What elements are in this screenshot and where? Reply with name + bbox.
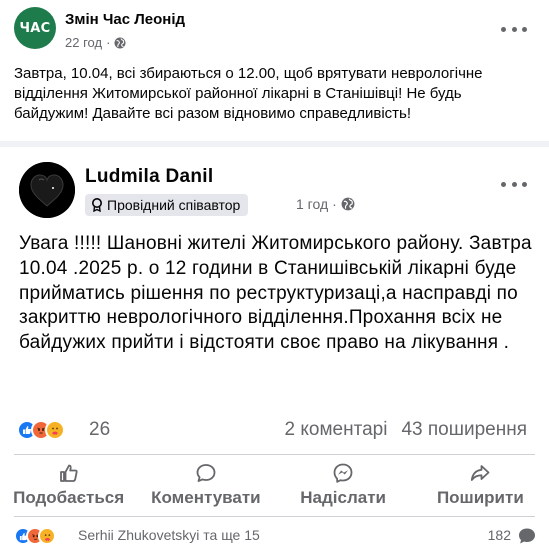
contributor-badge: Провідний співавтор — [85, 194, 249, 216]
action-bar: Подобається Коментувати Надіслати Пошири… — [0, 455, 549, 515]
more-options-icon[interactable] — [501, 177, 527, 191]
like-label: Подобається — [13, 488, 125, 507]
send-button[interactable]: Надіслати — [275, 455, 412, 515]
thumbs-up-icon — [59, 464, 78, 482]
messenger-icon — [333, 463, 353, 483]
post-meta: 22 год · — [65, 35, 126, 50]
comment-button[interactable]: Коментувати — [137, 455, 274, 515]
comment-label: Коментувати — [151, 488, 261, 507]
globe-icon — [114, 37, 126, 48]
reaction-icons[interactable] — [14, 527, 56, 545]
post-card-1: ЧАС Змін Час Леонід 22 год · Завтра, 10.… — [0, 0, 549, 141]
heart-avatar-image — [19, 162, 75, 218]
reactors-summary[interactable]: Serhii Zhukovetskyi та ще 15 — [78, 527, 260, 543]
post-meta: 1 год · — [296, 196, 355, 212]
comments-count[interactable]: 2 коментарі — [285, 419, 388, 440]
meta-separator: · — [106, 35, 111, 50]
author-name[interactable]: Ludmila Danil — [85, 166, 213, 188]
share-arrow-icon — [471, 465, 490, 481]
author-avatar[interactable]: ЧАС — [14, 7, 56, 49]
more-options-icon[interactable] — [501, 22, 527, 36]
comment-bubble-icon[interactable] — [517, 527, 537, 545]
share-button[interactable]: Поширити — [412, 455, 549, 515]
share-label: Поширити — [436, 488, 524, 507]
footer-count[interactable]: 182 — [488, 527, 511, 543]
meta-separator: · — [332, 196, 337, 212]
shares-count[interactable]: 43 поширення — [401, 419, 527, 440]
reaction-count[interactable]: 26 — [89, 419, 110, 441]
author-name[interactable]: Змін Час Леонід — [65, 11, 185, 28]
post-text: Завтра, 10.04, всі збираються о 12.00, щ… — [14, 65, 483, 122]
contributor-badge-icon — [92, 198, 102, 212]
post-text: Увага !!!!! Шановні жителі Житомирського… — [19, 233, 532, 354]
badge-label: Провідний співавтор — [107, 197, 241, 213]
care-icon — [45, 420, 65, 440]
care-icon — [38, 527, 56, 545]
like-button[interactable]: Подобається — [0, 455, 137, 515]
divider — [14, 516, 535, 517]
post-time[interactable]: 22 год — [65, 35, 102, 50]
post-time[interactable]: 1 год — [296, 196, 328, 212]
send-label: Надіслати — [300, 488, 386, 507]
globe-icon — [341, 197, 355, 211]
reaction-icons[interactable] — [17, 420, 65, 440]
avatar-text: ЧАС — [19, 20, 51, 36]
author-avatar[interactable] — [19, 162, 75, 218]
speech-bubble-icon — [196, 464, 216, 482]
post-stats: 2 коментарі 43 поширення — [285, 419, 527, 441]
